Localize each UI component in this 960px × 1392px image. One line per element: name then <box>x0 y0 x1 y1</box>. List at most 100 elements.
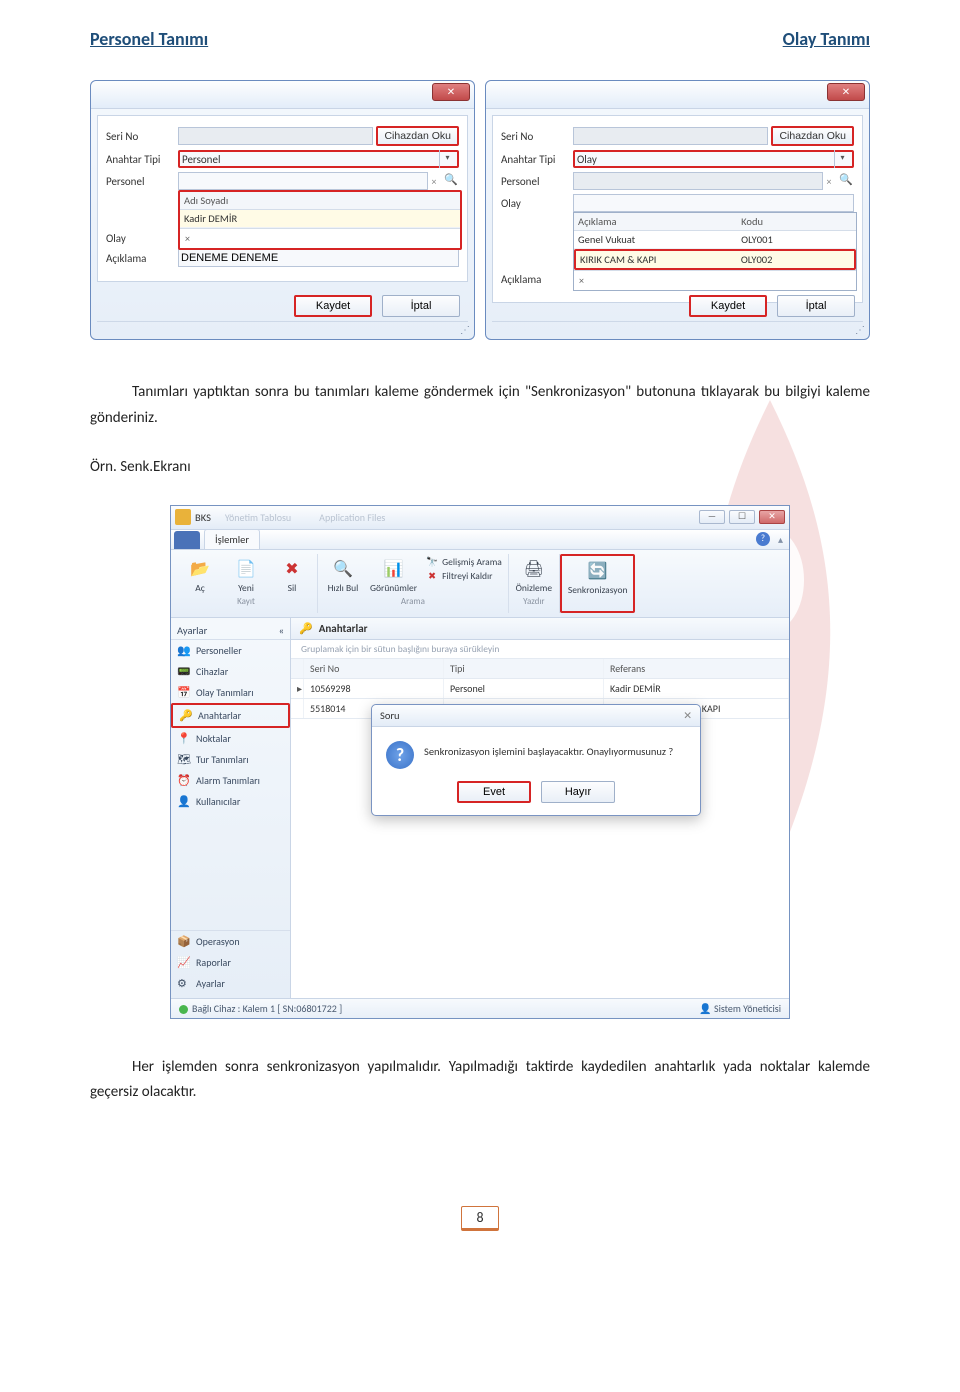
iptal-button[interactable]: İptal <box>777 295 855 317</box>
sidebar-title: Ayarlar <box>177 624 207 637</box>
ribbon: 📂Aç 📄Yeni ✖Sil Kayıt 🔍Hızlı Bul 📊Görünüm… <box>171 550 789 618</box>
dropdown-close-icon[interactable]: × <box>574 270 856 290</box>
ribbon-group-label: Yazdır <box>515 596 553 607</box>
search-icon[interactable]: 🔍 <box>838 173 854 189</box>
grid-header: Seri No Tipi Referans <box>291 659 789 679</box>
ribbon-group-label: Kayıt <box>181 596 311 607</box>
column-header[interactable]: Referans <box>604 659 789 678</box>
input-seri-no[interactable] <box>573 127 768 145</box>
close-icon[interactable]: ✕ <box>827 83 865 101</box>
hayir-button[interactable]: Hayır <box>541 781 615 803</box>
ribbon-ac-button[interactable]: 📂Aç <box>181 556 219 594</box>
ribbon-filtre-kaldir[interactable]: ✖Filtreyi Kaldır <box>425 570 492 582</box>
ribbon-senkronizasyon-button[interactable]: 🔄Senkronizasyon <box>568 558 628 596</box>
label-anahtar-tipi: Anahtar Tipi <box>501 153 573 166</box>
sidebar-item-noktalar[interactable]: 📍Noktalar <box>171 728 290 749</box>
input-seri-no[interactable] <box>178 127 373 145</box>
sidebar-item-kullanicilar[interactable]: 👤Kullanıcılar <box>171 791 290 812</box>
input-olay[interactable] <box>573 194 854 212</box>
dialog-personel-tanimi: ✕ Seri No Cihazdan Oku Anahtar Tipi Pers… <box>90 80 475 340</box>
dropdown-row[interactable]: Kadir DEMİR <box>180 210 460 228</box>
label-seri-no: Seri No <box>501 130 573 143</box>
dropdown-column-header: Adı Soyadı <box>180 192 460 209</box>
collapse-ribbon-icon[interactable]: ▴ <box>778 533 783 546</box>
user-icon: 👤 <box>699 1002 711 1015</box>
table-row[interactable]: ▸ 10569298 Personel Kadir DEMİR <box>291 679 789 699</box>
select-anahtar-tipi[interactable]: Personel ▾ <box>178 150 459 168</box>
dropdown-close-icon[interactable]: × <box>180 228 460 248</box>
close-icon[interactable]: ✕ <box>432 83 470 101</box>
key-icon: 🔑 <box>299 622 313 635</box>
sidebar-item-cihazlar[interactable]: 📟Cihazlar <box>171 661 290 682</box>
dialog-olay-tanimi: ✕ Seri No Cihazdan Oku Anahtar Tipi Olay… <box>485 80 870 340</box>
input-aciklama[interactable] <box>178 249 459 267</box>
sidebar-item-operasyon[interactable]: 📦Operasyon <box>171 931 290 952</box>
dropdown-olay: Açıklama Kodu Genel Vukuat OLY001 KIRIK … <box>573 212 857 291</box>
sidebar-item-olay-tanimlari[interactable]: 📅Olay Tanımları <box>171 682 290 703</box>
sidebar-item-personeller[interactable]: 👥Personeller <box>171 640 290 661</box>
close-icon[interactable]: ✕ <box>759 510 785 524</box>
cihazdan-oku-button[interactable]: Cihazdan Oku <box>771 126 854 146</box>
ribbon-gelismis-arama[interactable]: 🔭Gelişmiş Arama <box>425 556 502 568</box>
select-anahtar-tipi[interactable]: Olay ▾ <box>573 150 854 168</box>
clear-icon[interactable]: × <box>823 175 835 188</box>
maximize-icon[interactable]: ☐ <box>729 510 755 524</box>
input-personel[interactable] <box>178 172 428 190</box>
app-icon <box>175 509 191 525</box>
ribbon-tab-islemler[interactable]: İşlemler <box>204 529 260 549</box>
key-icon: 🔑 <box>179 709 193 722</box>
sidebar-item-anahtarlar[interactable]: 🔑Anahtarlar <box>171 703 290 728</box>
app-statusbar: Bağlı Cihaz : Kalem 1 [ SN:06801722 ] 👤 … <box>171 998 789 1018</box>
app-menu-button[interactable] <box>174 531 200 549</box>
sidebar: Ayarlar « 👥Personeller 📟Cihazlar 📅Olay Ta… <box>171 618 291 998</box>
dropdown-personel: Adı Soyadı Kadir DEMİR × <box>178 190 462 250</box>
chevron-down-icon: ▾ <box>834 150 850 168</box>
status-user: Sistem Yöneticisi <box>714 1002 781 1015</box>
ribbon-gorunumler-button[interactable]: 📊Görünümler <box>370 556 417 594</box>
ribbon-sil-button[interactable]: ✖Sil <box>273 556 311 594</box>
sidebar-item-tur-tanimlari[interactable]: 🗺Tur Tanımları <box>171 749 290 770</box>
confirm-title: Soru <box>380 709 400 722</box>
folder-open-icon: 📂 <box>187 556 213 582</box>
kaydet-button[interactable]: Kaydet <box>294 295 372 317</box>
sidebar-item-ayarlar[interactable]: ⚙Ayarlar <box>171 973 290 994</box>
ribbon-yeni-button[interactable]: 📄Yeni <box>227 556 265 594</box>
label-olay: Olay <box>106 232 178 245</box>
sync-icon: 🔄 <box>585 558 611 584</box>
paragraph-sync-warning: Her işlemden sonra senkronizasyon yapılm… <box>90 1055 870 1106</box>
dropdown-row[interactable]: Genel Vukuat OLY001 <box>574 231 856 249</box>
column-header[interactable]: Tipi <box>444 659 604 678</box>
iptal-button[interactable]: İptal <box>382 295 460 317</box>
evet-button[interactable]: Evet <box>457 781 531 803</box>
column-header[interactable]: Seri No <box>304 659 444 678</box>
close-icon[interactable]: ✕ <box>683 709 692 722</box>
sidebar-collapse-icon[interactable]: « <box>279 624 284 637</box>
people-icon: 👥 <box>177 644 191 657</box>
device-icon: 📟 <box>177 665 191 678</box>
dropdown-row-selected[interactable]: KIRIK CAM & KAPI OLY002 <box>574 249 856 270</box>
resize-grip-icon[interactable]: ⋰ <box>460 323 470 336</box>
main-panel: 🔑Anahtarlar Gruplamak için bir sütun baş… <box>291 618 789 998</box>
panel-title: Anahtarlar <box>319 622 368 635</box>
search-icon[interactable]: 🔍 <box>443 173 459 189</box>
app-titlebar: BKS Yönetim Tablosu Application Files — … <box>171 506 789 530</box>
sidebar-item-alarm-tanimlari[interactable]: ⏰Alarm Tanımları <box>171 770 290 791</box>
confirm-dialog: Soru ✕ ? Senkronizasyon işlemini başlaya… <box>371 704 701 816</box>
search-icon: 🔍 <box>330 556 356 582</box>
cihazdan-oku-button[interactable]: Cihazdan Oku <box>376 126 459 146</box>
help-icon[interactable]: ? <box>756 532 770 546</box>
kaydet-button[interactable]: Kaydet <box>689 295 767 317</box>
sidebar-item-raporlar[interactable]: 📈Raporlar <box>171 952 290 973</box>
ribbon-hizli-bul-button[interactable]: 🔍Hızlı Bul <box>324 556 362 594</box>
clear-icon[interactable]: × <box>428 175 440 188</box>
ribbon-onizleme-button[interactable]: 🖨Önizleme <box>515 556 553 594</box>
delete-icon: ✖ <box>279 556 305 582</box>
heading-personel-tanimi: Personel Tanımı <box>90 28 208 50</box>
remove-filter-icon: ✖ <box>425 570 439 582</box>
calendar-icon: 📅 <box>177 686 191 699</box>
user-icon: 👤 <box>177 795 191 808</box>
minimize-icon[interactable]: — <box>699 510 725 524</box>
location-icon: 📍 <box>177 732 191 745</box>
input-personel[interactable] <box>573 172 823 190</box>
resize-grip-icon[interactable]: ⋰ <box>855 323 865 336</box>
